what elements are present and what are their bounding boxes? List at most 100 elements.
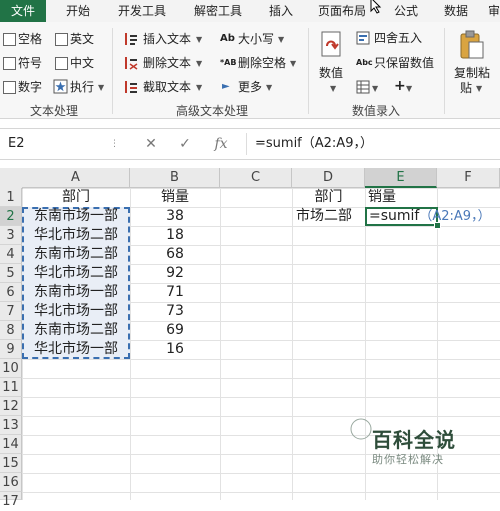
checkbox-chinese[interactable] — [55, 57, 68, 70]
case-button[interactable]: 大小写 — [238, 31, 274, 47]
insert-text-dropdown-icon[interactable]: ▼ — [196, 35, 202, 45]
cell-d2[interactable]: 市场二部 — [292, 207, 365, 226]
cell-a9[interactable]: 华北市场一部 — [22, 340, 130, 359]
group-divider — [308, 28, 309, 114]
row-header[interactable]: 1 — [0, 188, 22, 207]
tab-home[interactable]: 开始 — [66, 0, 90, 22]
name-box[interactable]: E2 — [4, 133, 104, 155]
cell-b9[interactable]: 16 — [130, 340, 220, 359]
tab-file[interactable]: 文件 — [0, 0, 46, 22]
more-button[interactable]: 更多 — [238, 79, 262, 95]
paste-dropdown-icon[interactable]: ▼ — [476, 84, 482, 94]
cell-a1[interactable]: 部门 — [22, 188, 130, 207]
cell-a5[interactable]: 华北市场二部 — [22, 264, 130, 283]
tab-formulas[interactable]: 公式 — [394, 0, 418, 22]
cell-b7[interactable]: 73 — [130, 302, 220, 321]
cell-e1[interactable]: 销量 — [365, 188, 437, 207]
enter-check-icon[interactable]: ✓ — [174, 134, 196, 154]
paste-button-line1[interactable]: 复制粘 — [454, 65, 490, 81]
add-icon[interactable]: + — [394, 78, 406, 94]
tab-data[interactable]: 数据 — [444, 0, 468, 22]
remove-spaces-dropdown-icon[interactable]: ▼ — [290, 59, 296, 69]
column-header-b[interactable]: B — [130, 168, 220, 188]
round-button[interactable]: 四舍五入 — [374, 30, 422, 46]
formula-input[interactable]: =sumif（A2:A9，） — [246, 133, 500, 155]
cell-d1[interactable]: 部门 — [292, 188, 365, 207]
row-header[interactable]: 3 — [0, 226, 22, 245]
row-header[interactable]: 17 — [0, 492, 22, 509]
table-icon[interactable] — [356, 80, 370, 94]
cell-b3[interactable]: 18 — [130, 226, 220, 245]
column-header-c[interactable]: C — [220, 168, 292, 188]
checkbox-number[interactable] — [3, 81, 16, 94]
column-header-f[interactable]: F — [437, 168, 500, 188]
add-dropdown-icon[interactable]: ▼ — [406, 84, 412, 94]
row-header[interactable]: 16 — [0, 473, 22, 492]
row-header[interactable]: 13 — [0, 416, 22, 435]
column-header-e[interactable]: E — [365, 168, 437, 188]
execute-button[interactable]: 执行 — [70, 79, 94, 95]
cell-a7[interactable]: 华北市场一部 — [22, 302, 130, 321]
row-header[interactable]: 12 — [0, 397, 22, 416]
cell-b4[interactable]: 68 — [130, 245, 220, 264]
tab-developer[interactable]: 开发工具 — [118, 0, 166, 22]
checkbox-symbol-label: 符号 — [18, 56, 43, 70]
row-header[interactable]: 10 — [0, 359, 22, 378]
more-arrow-icon: ► — [222, 81, 230, 92]
row-header[interactable]: 7 — [0, 302, 22, 321]
table-dropdown-icon[interactable]: ▼ — [372, 84, 378, 94]
paste-icon[interactable] — [458, 30, 486, 60]
execute-icon[interactable] — [53, 79, 68, 94]
cell-b6[interactable]: 71 — [130, 283, 220, 302]
group-divider — [444, 28, 445, 114]
tab-insert[interactable]: 插入 — [269, 0, 293, 22]
checkbox-space[interactable] — [3, 33, 16, 46]
column-header-a[interactable]: A — [22, 168, 130, 188]
remove-spaces-button[interactable]: 删除空格 — [238, 55, 286, 71]
fill-handle[interactable] — [434, 222, 441, 229]
more-dropdown-icon[interactable]: ▼ — [266, 83, 272, 93]
checkbox-symbol[interactable] — [3, 57, 16, 70]
value-button[interactable]: 数值 — [319, 65, 343, 81]
execute-dropdown-icon[interactable]: ▼ — [98, 83, 104, 93]
delete-text-icon — [125, 57, 138, 70]
select-all-corner[interactable] — [0, 168, 23, 189]
cancel-icon[interactable]: ✕ — [140, 134, 162, 154]
tab-decrypt-tools[interactable]: 解密工具 — [194, 0, 242, 22]
extract-text-dropdown-icon[interactable]: ▼ — [196, 83, 202, 93]
insert-text-button[interactable]: 插入文本 — [143, 31, 191, 47]
extract-text-button[interactable]: 截取文本 — [143, 79, 191, 95]
row-header[interactable]: 11 — [0, 378, 22, 397]
column-header-d[interactable]: D — [292, 168, 365, 188]
case-dropdown-icon[interactable]: ▼ — [278, 35, 284, 45]
delete-text-button[interactable]: 删除文本 — [143, 55, 191, 71]
row-header[interactable]: 14 — [0, 435, 22, 454]
value-icon[interactable] — [319, 30, 347, 60]
name-box-menu-icon[interactable]: ⋮ — [110, 139, 119, 149]
row-header[interactable]: 9 — [0, 340, 22, 359]
row-header[interactable]: 8 — [0, 321, 22, 340]
cell-b8[interactable]: 69 — [130, 321, 220, 340]
cell-b5[interactable]: 92 — [130, 264, 220, 283]
delete-text-dropdown-icon[interactable]: ▼ — [196, 59, 202, 69]
row-header[interactable]: 5 — [0, 264, 22, 283]
row-header[interactable]: 4 — [0, 245, 22, 264]
value-dropdown-icon[interactable]: ▼ — [330, 84, 336, 94]
insert-function-icon[interactable]: fx — [210, 134, 232, 154]
cell-a2[interactable]: 东南市场一部 — [22, 207, 130, 226]
keep-value-button[interactable]: 只保留数值 — [374, 55, 434, 71]
tab-page-layout[interactable]: 页面布局 — [318, 0, 366, 22]
cell-b2[interactable]: 38 — [130, 207, 220, 226]
paste-button-line2[interactable]: 贴 — [460, 80, 472, 96]
row-header[interactable]: 15 — [0, 454, 22, 473]
checkbox-english[interactable] — [55, 33, 68, 46]
cell-a8[interactable]: 东南市场二部 — [22, 321, 130, 340]
row-header[interactable]: 2 — [0, 207, 22, 226]
cell-a3[interactable]: 华北市场二部 — [22, 226, 130, 245]
cell-a6[interactable]: 东南市场一部 — [22, 283, 130, 302]
cell-a4[interactable]: 东南市场二部 — [22, 245, 130, 264]
row-header[interactable]: 6 — [0, 283, 22, 302]
formula-bar: E2 ⋮ ✕ ✓ fx =sumif（A2:A9，） — [0, 128, 500, 160]
tab-review[interactable]: 审 — [488, 0, 500, 22]
cell-b1[interactable]: 销量 — [130, 188, 220, 207]
